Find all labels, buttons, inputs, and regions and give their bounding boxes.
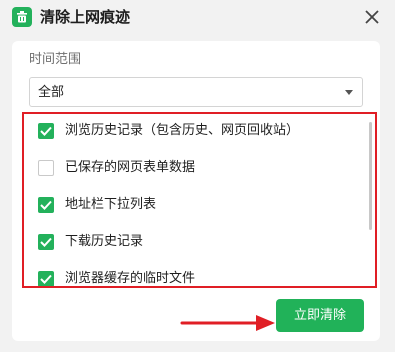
clear-now-button[interactable]: 立即清除 <box>276 299 364 332</box>
list-scrollbar[interactable] <box>369 122 372 230</box>
checkbox-checked-icon[interactable] <box>38 271 54 286</box>
checkbox-checked-icon[interactable] <box>38 123 54 139</box>
item-label: 地址栏下拉列表 <box>65 197 157 212</box>
item-browsing-history[interactable]: 浏览历史记录（包含历史、网页回收站） <box>38 121 358 141</box>
title-bar: 清除上网痕迹 <box>0 0 395 36</box>
item-saved-form-data[interactable]: 已保存的网页表单数据 <box>38 158 358 178</box>
time-range-label: 时间范围 <box>29 52 82 67</box>
close-icon[interactable] <box>363 8 381 26</box>
item-cache-temp-files[interactable]: 浏览器缓存的临时文件 <box>38 269 358 286</box>
item-label: 浏览器缓存的临时文件 <box>65 271 196 286</box>
time-range-select[interactable]: 全部 <box>29 77 363 107</box>
time-range-value: 全部 <box>38 85 65 100</box>
checkbox-checked-icon[interactable] <box>38 234 54 250</box>
settings-card: 时间范围 全部 浏览历史记录（包含历史、网页回收站） 已保存的网页表单数据 地址… <box>12 41 380 341</box>
dialog-title: 清除上网痕迹 <box>40 8 131 26</box>
checkbox-checked-icon[interactable] <box>38 197 54 213</box>
item-label: 浏览历史记录（包含历史、网页回收站） <box>65 123 300 138</box>
clear-traces-dialog: 清除上网痕迹 时间范围 全部 浏览历史记录（包含历史、网页回收站） 已保存的网页… <box>0 0 395 352</box>
dropdown-arrow-icon <box>345 90 353 95</box>
red-arrow-annotation <box>180 315 275 331</box>
item-label: 下载历史记录 <box>65 234 144 249</box>
trash-bin-icon <box>12 7 32 27</box>
item-address-bar-dropdown[interactable]: 地址栏下拉列表 <box>38 195 358 215</box>
checkbox-unchecked-icon[interactable] <box>38 160 54 176</box>
clear-items-list: 浏览历史记录（包含历史、网页回收站） 已保存的网页表单数据 地址栏下拉列表 下载… <box>22 112 377 288</box>
clear-items-scroll-area[interactable]: 浏览历史记录（包含历史、网页回收站） 已保存的网页表单数据 地址栏下拉列表 下载… <box>24 114 367 286</box>
item-label: 已保存的网页表单数据 <box>65 160 196 175</box>
item-download-history[interactable]: 下载历史记录 <box>38 232 358 252</box>
